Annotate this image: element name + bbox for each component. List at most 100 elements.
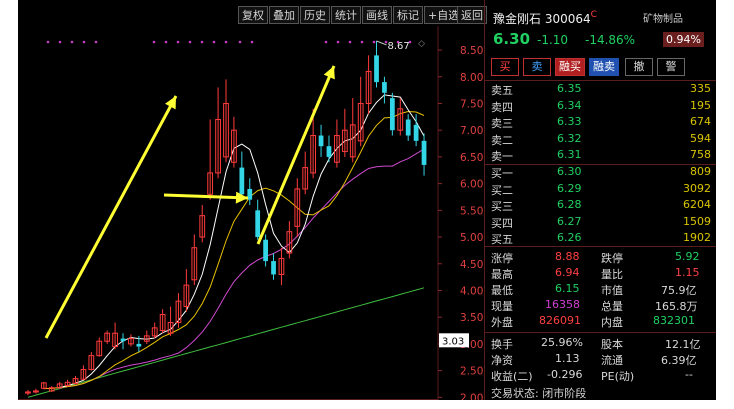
price-change: -1.10 — [537, 33, 569, 47]
ask-row[interactable]: 卖二 6.32 594 — [491, 132, 711, 150]
order-level-label: 买四 — [491, 216, 513, 230]
signal-dot — [82, 40, 86, 44]
stock-name: 豫金刚石 — [493, 12, 542, 26]
low-label: 最低 — [491, 284, 513, 297]
order-price: 6.30 — [557, 165, 582, 178]
divider — [485, 332, 716, 333]
buy-button[interactable]: 买 — [491, 58, 519, 76]
back-button[interactable]: 返回 — [457, 6, 487, 24]
y-tick-label: 2.50 — [460, 366, 483, 378]
quote-panel: 豫金刚石 300064C 矿物制品 0.94% 6.30 -1.10 -14.8… — [484, 0, 716, 400]
order-quantity: 758 — [690, 148, 711, 161]
order-price: 6.33 — [557, 115, 582, 128]
current-price-tag: 3.03 — [442, 336, 464, 347]
high-price-label: 8.67 — [388, 41, 410, 52]
candle-body — [263, 239, 268, 262]
inner-label: 内盘 — [601, 316, 623, 329]
alert-button[interactable]: 警 — [657, 58, 685, 76]
y-tick-label: 5.50 — [460, 205, 483, 217]
signal-dot — [200, 40, 204, 44]
order-price: 6.31 — [557, 148, 582, 161]
ask-row[interactable]: 卖三 6.33 674 — [491, 115, 711, 133]
net-asset-value: 1.13 — [555, 352, 580, 365]
sell-button[interactable]: 卖 — [523, 58, 551, 76]
ma20-line — [51, 148, 425, 389]
ma60-line — [27, 287, 425, 398]
order-quantity: 1902 — [683, 231, 711, 244]
kline-chart[interactable]: 8.50 8.00 7.50 7.00 6.50 6.00 5.50 5.00 4.50 4.00… — [18, 26, 483, 400]
order-quantity: 3092 — [683, 181, 711, 195]
y-tick-label: 5.00 — [460, 232, 483, 244]
overlay-button[interactable]: 叠加 — [269, 6, 299, 24]
candle-body — [255, 210, 261, 238]
candle-body — [389, 98, 395, 131]
signal-dot — [238, 40, 242, 44]
limit-up-value: 8.88 — [555, 250, 580, 263]
signal-dot — [46, 40, 50, 44]
total-volume: 165.8万 — [655, 300, 698, 313]
candle-body — [326, 146, 332, 157]
statistics-button[interactable]: 统计 — [331, 6, 361, 24]
y-tick-label: 8.00 — [460, 72, 483, 84]
signal-dot — [164, 40, 168, 44]
share-capital: 12.1亿 — [665, 338, 701, 351]
order-level-label: 买三 — [491, 200, 513, 213]
candle-body — [239, 167, 245, 195]
signal-dot — [152, 40, 156, 44]
signal-dot — [372, 40, 376, 44]
high-value: 6.94 — [555, 266, 580, 279]
order-quantity: 594 — [690, 131, 711, 145]
order-price: 6.28 — [557, 198, 582, 211]
order-price: 6.26 — [557, 231, 582, 244]
volume-ratio-value: 1.15 — [675, 266, 700, 279]
sector-change: 0.94% — [663, 32, 704, 47]
high-label: 最高 — [491, 268, 513, 281]
ask-row[interactable]: 卖五 6.35 335 — [491, 82, 711, 100]
stock-app-window: 复权 叠加 历史 统计 画线 标记 +自选 返回 8.50 8.00 7.50 7.0… — [18, 0, 716, 400]
order-level-label: 买一 — [491, 167, 513, 180]
stock-title: 豫金刚石 300064C — [493, 10, 597, 27]
order-quantity: 809 — [690, 165, 711, 178]
eps-value: -0.296 — [547, 368, 583, 381]
order-level-label: 卖一 — [491, 150, 513, 163]
low-value: 6.15 — [555, 282, 580, 295]
y-tick-label: 8.50 — [460, 45, 483, 57]
float-label: 流通 — [601, 354, 623, 367]
signal-dot — [224, 40, 228, 44]
float-shares: 6.39亿 — [661, 354, 697, 367]
mark-button[interactable]: 标记 — [393, 6, 423, 24]
turnover-value: 25.96% — [541, 336, 583, 349]
order-level-label: 买五 — [491, 233, 513, 246]
limit-down-label: 跌停 — [601, 252, 623, 265]
y-tick-label: 3.50 — [460, 312, 483, 324]
signal-dot — [250, 40, 254, 44]
signal-dot — [176, 40, 180, 44]
candle-body — [318, 135, 324, 147]
fuquan-button[interactable]: 复权 — [238, 6, 268, 24]
order-level-label: 卖五 — [491, 84, 513, 97]
margin-buy-button[interactable]: 融买 — [555, 58, 585, 76]
trend-arrow-up-1 — [44, 95, 178, 339]
bid-row[interactable]: 买四 6.27 1509 — [491, 215, 711, 233]
current-volume-label: 现量 — [491, 300, 513, 313]
limit-down-value: 5.92 — [675, 250, 700, 263]
bid-row[interactable]: 买一 6.30 809 — [491, 165, 711, 183]
market-value-label: 市值 — [601, 284, 623, 297]
cancel-order-button[interactable]: 撤 — [625, 58, 653, 76]
bid-row[interactable]: 买三 6.28 6204 — [491, 198, 711, 216]
margin-sell-button[interactable]: 融卖 — [589, 58, 619, 76]
signal-dot — [70, 40, 74, 44]
bid-row[interactable]: 买二 6.29 3092 — [491, 182, 711, 200]
order-quantity: 195 — [690, 98, 711, 112]
y-tick-label: 2.00 — [460, 392, 483, 400]
ask-row[interactable]: 卖四 6.34 195 — [491, 99, 711, 117]
draw-line-button[interactable]: 画线 — [362, 6, 392, 24]
sector-name[interactable]: 矿物制品 — [643, 10, 683, 25]
price-change-pct: -14.86% — [585, 33, 636, 47]
signal-dot — [58, 40, 62, 44]
signal-dot — [188, 40, 192, 44]
order-price: 6.35 — [557, 82, 582, 95]
y-tick-label: 7.00 — [460, 125, 483, 137]
history-button[interactable]: 历史 — [300, 6, 330, 24]
signal-dot — [94, 40, 98, 44]
